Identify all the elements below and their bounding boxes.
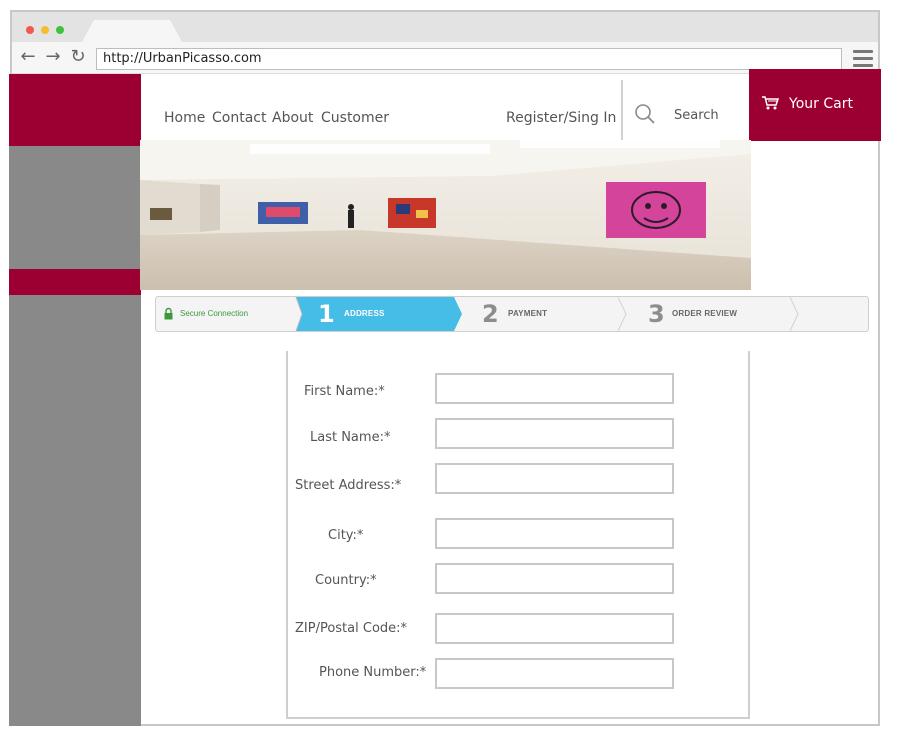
street-address-label: Street Address:* bbox=[295, 478, 402, 493]
gallery-hero-image bbox=[140, 140, 751, 290]
step-order-review-label: ORDER REVIEW bbox=[672, 309, 738, 318]
arrow-right-icon[interactable]: → bbox=[43, 47, 63, 67]
step-order-review-number: 3 bbox=[648, 300, 665, 328]
browser-tab[interactable] bbox=[82, 20, 182, 42]
cart-icon bbox=[762, 96, 779, 110]
city-label: City:* bbox=[328, 528, 364, 543]
step-address-label: ADDRESS bbox=[344, 309, 385, 318]
last-name-field[interactable] bbox=[435, 418, 674, 449]
logo-block bbox=[9, 74, 141, 146]
close-window-button[interactable] bbox=[26, 26, 34, 34]
first-name-label: First Name:* bbox=[304, 384, 385, 399]
cart-label: Your Cart bbox=[789, 96, 853, 112]
address-bar[interactable]: http://UrbanPicasso.com bbox=[96, 48, 842, 70]
register-signin-link[interactable]: Register/Sing In bbox=[506, 110, 616, 126]
step-order-review[interactable]: 3 ORDER REVIEW bbox=[640, 297, 790, 331]
checkout-progress: Secure Connection 1 ADDRESS 2 PAYMENT 3 … bbox=[155, 296, 869, 332]
browser-titlebar bbox=[12, 12, 878, 42]
search-button[interactable]: Search bbox=[674, 108, 719, 123]
zip-postal-code-label: ZIP/Postal Code:* bbox=[295, 621, 408, 636]
step-payment-number: 2 bbox=[482, 300, 499, 328]
country-field[interactable] bbox=[435, 563, 674, 594]
street-address-field[interactable] bbox=[435, 463, 674, 494]
nav-customer-link[interactable]: Customer bbox=[321, 110, 389, 126]
minimize-window-button[interactable] bbox=[41, 26, 49, 34]
step-address-number: 1 bbox=[318, 300, 335, 328]
phone-number-label: Phone Number:* bbox=[319, 665, 427, 680]
cart-button[interactable]: Your Cart bbox=[749, 69, 881, 141]
search-icon[interactable] bbox=[634, 103, 656, 125]
city-field[interactable] bbox=[435, 518, 674, 549]
sidebar-accent bbox=[9, 269, 141, 295]
nav-contact-link[interactable]: Contact bbox=[212, 110, 266, 126]
phone-number-field[interactable] bbox=[435, 658, 674, 689]
nav-home-link[interactable]: Home bbox=[164, 110, 205, 126]
country-label: Country:* bbox=[315, 573, 377, 588]
nav-divider bbox=[621, 80, 623, 140]
step-payment[interactable]: 2 PAYMENT bbox=[474, 297, 624, 331]
arrow-left-icon[interactable]: ← bbox=[18, 47, 38, 67]
step-address[interactable]: 1 ADDRESS bbox=[306, 297, 456, 331]
last-name-label: Last Name:* bbox=[310, 430, 391, 445]
left-sidebar bbox=[9, 146, 141, 726]
reload-icon[interactable]: ↻ bbox=[68, 47, 88, 67]
first-name-field[interactable] bbox=[435, 373, 674, 404]
step-payment-label: PAYMENT bbox=[508, 309, 548, 318]
hamburger-menu-icon[interactable] bbox=[853, 50, 873, 68]
zip-postal-code-field[interactable] bbox=[435, 613, 674, 644]
maximize-window-button[interactable] bbox=[56, 26, 64, 34]
nav-about-link[interactable]: About bbox=[272, 110, 313, 126]
